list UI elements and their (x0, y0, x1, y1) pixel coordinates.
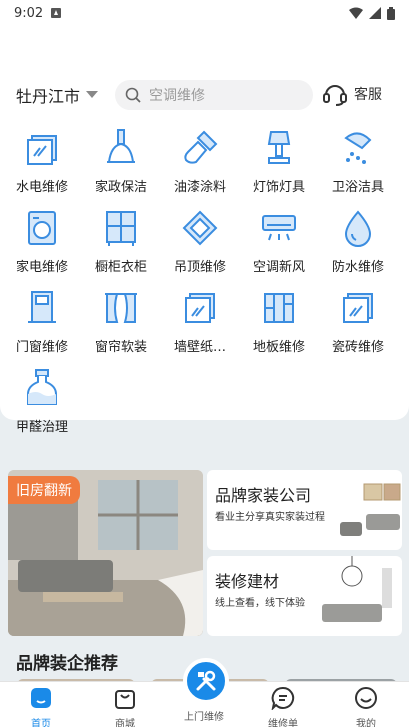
curtain-icon (105, 293, 137, 323)
lamp-icon (267, 131, 291, 164)
category-cleaning[interactable]: 家政保洁 (82, 128, 160, 195)
category-air-conditioner[interactable]: 空调新风 (240, 208, 318, 275)
category-label: 窗帘软装 (94, 340, 147, 355)
category-door-window[interactable]: 门窗维修 (3, 288, 81, 355)
home-icon (31, 688, 51, 708)
status-bar: 9:02 (0, 0, 409, 26)
category-waterproof[interactable]: 防水维修 (319, 208, 397, 275)
category-label: 空调新风 (252, 260, 305, 275)
tab-label: 首页 (31, 719, 51, 727)
signal-icon (369, 7, 381, 19)
shopping-bag-icon (115, 690, 135, 709)
tile-icon (343, 293, 373, 323)
category-label: 灯饰灯具 (252, 180, 305, 195)
paint-brush-icon (184, 130, 218, 164)
category-label: 家政保洁 (94, 180, 147, 195)
brand-company-title: 品牌家装公司 (215, 486, 312, 505)
wallpaper-icon (185, 293, 215, 323)
category-label: 橱柜衣柜 (94, 260, 147, 275)
water-electric-icon (27, 135, 57, 165)
category-wallpaper[interactable]: 墙壁纸… (161, 288, 239, 355)
category-label: 墙壁纸… (173, 340, 226, 355)
city-label: 牡丹江市 (16, 87, 81, 106)
chat-icon (271, 686, 295, 712)
floor-icon (264, 293, 294, 323)
customer-service-button[interactable]: 客服 (322, 81, 382, 107)
building-materials-title: 装修建材 (215, 572, 280, 591)
category-label: 油漆涂料 (173, 180, 226, 195)
renovation-tag: 旧房翻新 (8, 476, 80, 504)
category-label: 卫浴洁具 (331, 180, 384, 195)
building-materials-card[interactable]: 装修建材 线上查看，线下体验 (207, 556, 402, 636)
category-label: 吊顶维修 (173, 260, 226, 275)
formaldehyde-icon (27, 369, 57, 405)
cleaning-icon (107, 129, 135, 163)
category-water-electric[interactable]: 水电维修 (3, 128, 81, 195)
search-placeholder: 空调维修 (149, 88, 205, 104)
city-selector[interactable]: 牡丹江市 (16, 83, 99, 107)
category-label: 地板维修 (252, 340, 305, 355)
category-floor[interactable]: 地板维修 (240, 288, 318, 355)
search-input[interactable]: 空调维修 (115, 80, 313, 110)
category-appliance[interactable]: 家电维修 (3, 208, 81, 275)
category-label: 门窗维修 (15, 340, 68, 355)
smile-icon (355, 687, 377, 709)
onsite-repair-button[interactable] (183, 658, 229, 704)
tab-repair-orders[interactable]: 维修单 (243, 686, 323, 727)
category-label: 瓷砖维修 (331, 340, 384, 355)
search-icon (125, 87, 141, 103)
headset-icon (323, 85, 347, 106)
category-bathroom[interactable]: 卫浴洁具 (319, 128, 397, 195)
battery-icon (387, 6, 395, 20)
category-ceiling[interactable]: 吊顶维修 (161, 208, 239, 275)
building-materials-subtitle: 线上查看，线下体验 (215, 598, 305, 609)
customer-service-label: 客服 (354, 87, 382, 103)
door-icon (28, 291, 56, 323)
tab-label: 我的 (356, 719, 376, 727)
brand-company-card[interactable]: 品牌家装公司 看业主分享真实家装过程 (207, 470, 402, 550)
category-paint[interactable]: 油漆涂料 (161, 128, 239, 195)
promo-section: 旧房翻新 品牌家装公司 看业主分享真实家装过程 装修建材 线上查看，线下体验 (8, 470, 402, 636)
tab-mall[interactable]: 商城 (85, 686, 165, 727)
interior-image (322, 556, 392, 622)
category-formaldehyde[interactable]: 甲醛治理 (3, 368, 81, 435)
brand-company-subtitle: 看业主分享真实家装过程 (215, 512, 325, 523)
ceiling-icon (182, 210, 218, 246)
sofa-image (340, 483, 401, 536)
chevron-down-icon (86, 91, 99, 98)
shower-icon (344, 132, 372, 164)
tab-label: 上门维修 (184, 712, 224, 723)
tools-icon (196, 670, 216, 691)
category-curtain[interactable]: 窗帘软装 (82, 288, 160, 355)
search-row: 牡丹江市 空调维修 客服 (0, 78, 409, 112)
category-cabinet[interactable]: 橱柜衣柜 (82, 208, 160, 275)
status-time: 9:02 (14, 5, 44, 21)
wifi-icon (349, 7, 363, 19)
renovation-banner[interactable]: 旧房翻新 (8, 470, 203, 636)
category-lamp[interactable]: 灯饰灯具 (240, 128, 318, 195)
category-label: 甲醛治理 (15, 420, 68, 435)
category-label: 防水维修 (331, 260, 384, 275)
air-conditioner-icon (262, 215, 296, 241)
tab-label: 商城 (115, 719, 135, 727)
wardrobe-icon (106, 211, 136, 246)
tab-home[interactable]: 首页 (1, 686, 81, 727)
water-drop-icon (344, 210, 372, 247)
notification-icon (51, 8, 62, 18)
category-tile[interactable]: 瓷砖维修 (319, 288, 397, 355)
tab-label: 维修单 (268, 719, 298, 727)
washing-machine-icon (28, 211, 56, 245)
tab-onsite-repair[interactable]: 上门维修 (164, 708, 244, 723)
category-label: 水电维修 (15, 180, 68, 195)
category-label: 家电维修 (15, 260, 68, 275)
recommend-title: 品牌装企推荐 (16, 654, 118, 674)
tab-profile[interactable]: 我的 (326, 686, 406, 727)
bottom-tab-bar: 首页 商城 上门维修 维修单 我的 (0, 658, 409, 727)
